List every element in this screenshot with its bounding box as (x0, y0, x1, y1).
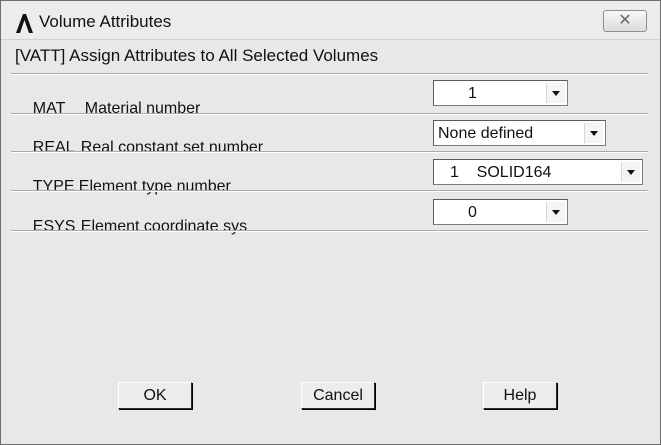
real-label: Real constant set number (80, 139, 264, 156)
type-label: Element type number (78, 178, 231, 195)
close-icon: ✕ (618, 12, 632, 29)
esys-label: Element coordinate sys (80, 218, 248, 235)
chevron-down-icon[interactable] (546, 202, 565, 222)
coordinate-system-value: 0 (468, 204, 477, 221)
type-key: TYPE (32, 178, 75, 195)
real-constant-value: None defined (438, 125, 534, 142)
esys-key: ESYS (32, 218, 76, 235)
coordinate-system-select[interactable]: 0 (433, 199, 568, 225)
chevron-down-icon[interactable] (621, 162, 640, 182)
volume-attributes-dialog: Volume Attributes ✕ [VATT] Assign Attrib… (0, 0, 661, 445)
title-bar[interactable]: Volume Attributes ✕ (1, 1, 660, 40)
window-title: Volume Attributes (39, 12, 172, 31)
ok-button[interactable]: OK (118, 382, 192, 409)
divider (11, 190, 648, 192)
ansys-logo-icon (16, 14, 33, 33)
divider (11, 73, 648, 75)
material-number-value: 1 (468, 85, 477, 102)
close-button[interactable]: ✕ (603, 10, 647, 32)
command-description: [VATT] Assign Attributes to All Selected… (15, 46, 379, 65)
real-constant-select[interactable]: None defined (433, 120, 606, 146)
real-key: REAL (32, 139, 75, 156)
element-type-value: 1 SOLID164 (450, 164, 552, 181)
chevron-down-icon[interactable] (584, 123, 603, 143)
esys-row-label: ESYS Element coordinate sys (15, 200, 247, 254)
material-number-select[interactable]: 1 (433, 80, 568, 106)
divider (11, 230, 648, 232)
element-type-select[interactable]: 1 SOLID164 (433, 159, 643, 185)
chevron-down-icon[interactable] (546, 83, 565, 103)
mat-key: MAT (32, 100, 66, 117)
help-button[interactable]: Help (483, 382, 557, 409)
divider (11, 113, 648, 115)
divider (11, 151, 648, 153)
cancel-button[interactable]: Cancel (301, 382, 375, 409)
